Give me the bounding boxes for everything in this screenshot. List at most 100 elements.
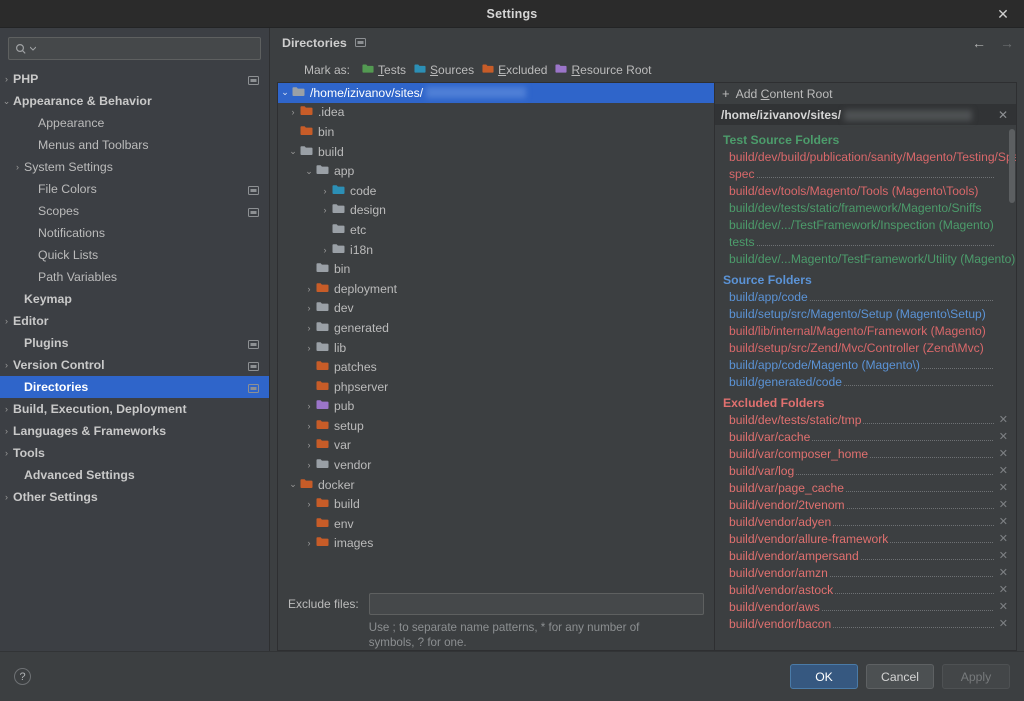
root-entry[interactable]: build/app/code/Magento (Magento\) xyxy=(715,356,1016,373)
directory-tree[interactable]: ⌄/home/izivanov/sites/› .idea bin ⌄ build ⌄ ap… xyxy=(278,83,714,585)
chevron-right-icon[interactable]: › xyxy=(302,421,316,431)
sidebar-item-menus-and-toolbars[interactable]: Menus and Toolbars xyxy=(0,134,269,156)
chevron-right-icon[interactable]: › xyxy=(302,303,316,313)
tree-row[interactable]: › var xyxy=(278,436,714,456)
chevron-right-icon[interactable]: › xyxy=(0,492,13,502)
remove-folder-icon[interactable]: ✕ xyxy=(999,447,1008,460)
root-entry[interactable]: build/dev/...Magento/TestFramework/Utili… xyxy=(715,250,1016,267)
sidebar-item-file-colors[interactable]: File Colors xyxy=(0,178,269,200)
sidebar-item-appearance-behavior[interactable]: ⌄ Appearance & Behavior xyxy=(0,90,269,112)
search-box[interactable] xyxy=(8,37,261,60)
remove-folder-icon[interactable]: ✕ xyxy=(999,532,1008,545)
root-entry[interactable]: build/dev/.../TestFramework/Inspection (… xyxy=(715,216,1016,233)
chevron-right-icon[interactable]: › xyxy=(0,74,13,84)
help-icon[interactable]: ? xyxy=(14,668,31,685)
sidebar-item-directories[interactable]: Directories xyxy=(0,376,269,398)
tree-row[interactable]: bin xyxy=(278,122,714,142)
chevron-right-icon[interactable]: › xyxy=(302,323,316,333)
back-arrow-icon[interactable]: ← xyxy=(972,36,986,50)
chevron-right-icon[interactable]: › xyxy=(302,401,316,411)
remove-folder-icon[interactable]: ✕ xyxy=(999,464,1008,477)
remove-folder-icon[interactable]: ✕ xyxy=(999,481,1008,494)
cancel-button[interactable]: Cancel xyxy=(866,664,934,689)
mark-as-excluded[interactable]: Excluded xyxy=(482,63,547,77)
ok-button[interactable]: OK xyxy=(790,664,858,689)
sidebar-item-editor[interactable]: › Editor xyxy=(0,310,269,332)
chevron-down-icon[interactable]: ⌄ xyxy=(286,479,300,490)
content-roots-list[interactable]: Test Source Folders build/dev/build/publi… xyxy=(715,125,1016,650)
tree-row[interactable]: › design xyxy=(278,201,714,221)
tree-row[interactable]: › pub xyxy=(278,397,714,417)
root-entry[interactable]: build/lib/internal/Magento/Framework (Ma… xyxy=(715,322,1016,339)
root-entry[interactable]: build/vendor/ampersand ✕ xyxy=(715,547,1016,564)
remove-folder-icon[interactable]: ✕ xyxy=(999,600,1008,613)
root-entry[interactable]: build/var/log ✕ xyxy=(715,462,1016,479)
chevron-right-icon[interactable]: › xyxy=(0,360,13,370)
tree-row[interactable]: › .idea xyxy=(278,103,714,123)
remove-folder-icon[interactable]: ✕ xyxy=(999,515,1008,528)
chevron-right-icon[interactable]: › xyxy=(302,460,316,470)
sidebar-item-plugins[interactable]: Plugins xyxy=(0,332,269,354)
tree-row[interactable]: bin xyxy=(278,259,714,279)
chevron-right-icon[interactable]: › xyxy=(302,343,316,353)
add-content-root-button[interactable]: + Add Content Root xyxy=(715,83,1016,105)
tree-row[interactable]: ⌄ app xyxy=(278,161,714,181)
chevron-down-icon[interactable]: ⌄ xyxy=(286,146,300,157)
tree-row[interactable]: › dev xyxy=(278,299,714,319)
chevron-right-icon[interactable]: › xyxy=(302,284,316,294)
exclude-files-input[interactable] xyxy=(368,593,704,615)
sidebar-item-scopes[interactable]: Scopes xyxy=(0,200,269,222)
chevron-right-icon[interactable]: › xyxy=(0,448,13,458)
tree-row[interactable]: › deployment xyxy=(278,279,714,299)
sidebar-item-path-variables[interactable]: Path Variables xyxy=(0,266,269,288)
tree-row[interactable]: env xyxy=(278,514,714,534)
root-entry[interactable]: build/dev/build/publication/sanity/Magen… xyxy=(715,148,1016,165)
tree-row[interactable]: › images xyxy=(278,534,714,554)
chevron-down-icon[interactable]: ⌄ xyxy=(302,166,316,177)
remove-folder-icon[interactable]: ✕ xyxy=(999,617,1008,630)
chevron-down-icon[interactable] xyxy=(30,46,36,51)
chevron-right-icon[interactable]: › xyxy=(0,404,13,414)
sidebar-item-php[interactable]: › PHP xyxy=(0,68,269,90)
chevron-right-icon[interactable]: › xyxy=(302,440,316,450)
sidebar-item-other-settings[interactable]: › Other Settings xyxy=(0,486,269,508)
root-entry[interactable]: build/dev/tools/Magento/Tools (Magento\T… xyxy=(715,182,1016,199)
tree-row[interactable]: › code xyxy=(278,181,714,201)
sidebar-item-notifications[interactable]: Notifications xyxy=(0,222,269,244)
roots-scrollbar-thumb[interactable] xyxy=(1009,129,1015,203)
chevron-down-icon[interactable]: ⌄ xyxy=(278,87,292,98)
sidebar-item-appearance[interactable]: Appearance xyxy=(0,112,269,134)
tree-row[interactable]: ⌄ /home/izivanov/sites/ xyxy=(278,83,714,103)
chevron-right-icon[interactable]: › xyxy=(318,245,332,255)
tree-row[interactable]: patches xyxy=(278,357,714,377)
remove-content-root-icon[interactable]: ✕ xyxy=(998,108,1008,122)
remove-folder-icon[interactable]: ✕ xyxy=(999,498,1008,511)
chevron-right-icon[interactable]: › xyxy=(11,162,24,172)
tree-row[interactable]: › build xyxy=(278,494,714,514)
root-entry[interactable]: build/var/page_cache ✕ xyxy=(715,479,1016,496)
chevron-right-icon[interactable]: › xyxy=(318,186,332,196)
root-entry[interactable]: build/app/code xyxy=(715,288,1016,305)
root-entry[interactable]: build/setup/src/Magento/Setup (Magento\S… xyxy=(715,305,1016,322)
mark-as-resource-root[interactable]: Resource Root xyxy=(555,63,652,77)
root-entry[interactable]: build/vendor/amzn ✕ xyxy=(715,564,1016,581)
chevron-right-icon[interactable]: › xyxy=(0,316,13,326)
tree-row[interactable]: › vendor xyxy=(278,455,714,475)
sidebar-item-version-control[interactable]: › Version Control xyxy=(0,354,269,376)
root-entry[interactable]: build/vendor/2tvenom ✕ xyxy=(715,496,1016,513)
chevron-down-icon[interactable]: ⌄ xyxy=(0,96,13,106)
root-entry[interactable]: build/generated/code xyxy=(715,373,1016,390)
sidebar-item-system-settings[interactable]: › System Settings xyxy=(0,156,269,178)
remove-folder-icon[interactable]: ✕ xyxy=(999,430,1008,443)
tree-row[interactable]: › i18n xyxy=(278,240,714,260)
root-entry[interactable]: build/var/cache ✕ xyxy=(715,428,1016,445)
chevron-right-icon[interactable]: › xyxy=(0,426,13,436)
tree-row[interactable]: ⌄ docker xyxy=(278,475,714,495)
mark-as-sources[interactable]: Sources xyxy=(414,63,474,77)
chevron-right-icon[interactable]: › xyxy=(286,107,300,117)
sidebar-item-tools[interactable]: › Tools xyxy=(0,442,269,464)
sidebar-item-languages-frameworks[interactable]: › Languages & Frameworks xyxy=(0,420,269,442)
roots-scrollbar[interactable] xyxy=(1009,125,1016,650)
root-entry[interactable]: tests xyxy=(715,233,1016,250)
root-entry[interactable]: build/vendor/aws ✕ xyxy=(715,598,1016,615)
